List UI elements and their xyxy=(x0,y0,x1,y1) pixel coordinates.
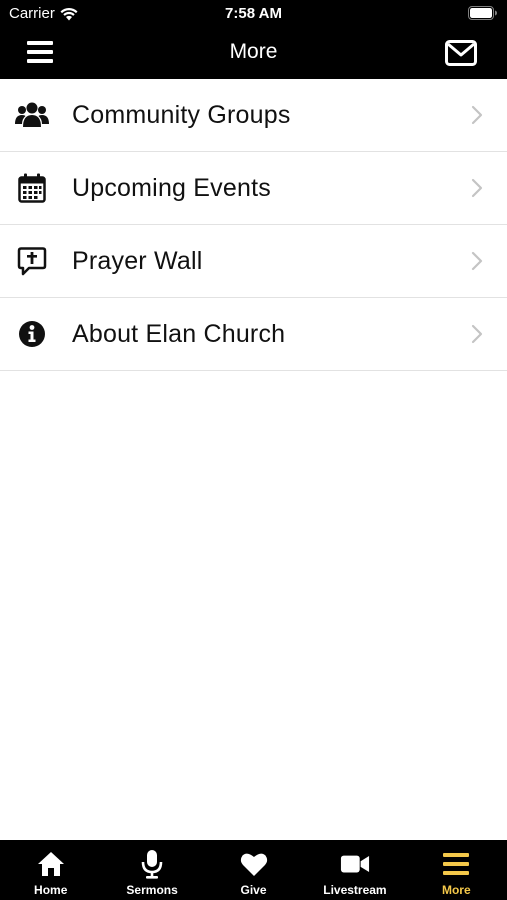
prayer-bubble-icon xyxy=(15,244,49,278)
menu-item-community-groups[interactable]: Community Groups xyxy=(0,79,507,152)
envelope-icon[interactable] xyxy=(445,40,477,66)
video-camera-icon xyxy=(340,849,370,879)
tab-label: Sermons xyxy=(126,883,178,897)
tab-label: Give xyxy=(240,883,267,897)
more-screen: Carrier 7:58 AM More Community Groups Up… xyxy=(0,0,507,900)
tab-label: More xyxy=(441,883,471,897)
calendar-icon xyxy=(15,171,49,205)
tab-give[interactable]: Give xyxy=(203,840,304,900)
menu-item-label: About Elan Church xyxy=(72,319,286,348)
hamburger-icon xyxy=(441,849,471,879)
chevron-right-icon xyxy=(471,178,483,198)
battery-icon xyxy=(468,6,497,20)
more-menu-list: Community Groups Upcoming Events Prayer … xyxy=(0,79,507,371)
tab-livestream[interactable]: Livestream xyxy=(304,840,405,900)
tab-sermons[interactable]: Sermons xyxy=(101,840,202,900)
users-icon xyxy=(15,98,49,132)
chevron-right-icon xyxy=(471,251,483,271)
menu-item-label: Upcoming Events xyxy=(72,173,271,202)
home-icon xyxy=(36,849,66,879)
menu-item-about-church[interactable]: About Elan Church xyxy=(0,298,507,371)
status-bar: Carrier 7:58 AM xyxy=(0,0,507,28)
tab-bar: Home Sermons Give Livestream More xyxy=(0,840,507,900)
navigation-bar: More xyxy=(0,28,507,79)
menu-item-upcoming-events[interactable]: Upcoming Events xyxy=(0,152,507,225)
menu-item-prayer-wall[interactable]: Prayer Wall xyxy=(0,225,507,298)
status-time: 7:58 AM xyxy=(225,5,282,22)
page-title: More xyxy=(229,40,278,63)
menu-item-label: Prayer Wall xyxy=(72,246,203,275)
tab-home[interactable]: Home xyxy=(0,840,101,900)
heart-icon xyxy=(239,849,269,879)
tab-label: Livestream xyxy=(323,883,387,897)
chevron-right-icon xyxy=(471,324,483,344)
tab-more[interactable]: More xyxy=(406,840,507,900)
microphone-icon xyxy=(137,849,167,879)
info-icon xyxy=(15,317,49,351)
chevron-right-icon xyxy=(471,105,483,125)
tab-label: Home xyxy=(34,883,68,897)
menu-item-label: Community Groups xyxy=(72,100,291,129)
